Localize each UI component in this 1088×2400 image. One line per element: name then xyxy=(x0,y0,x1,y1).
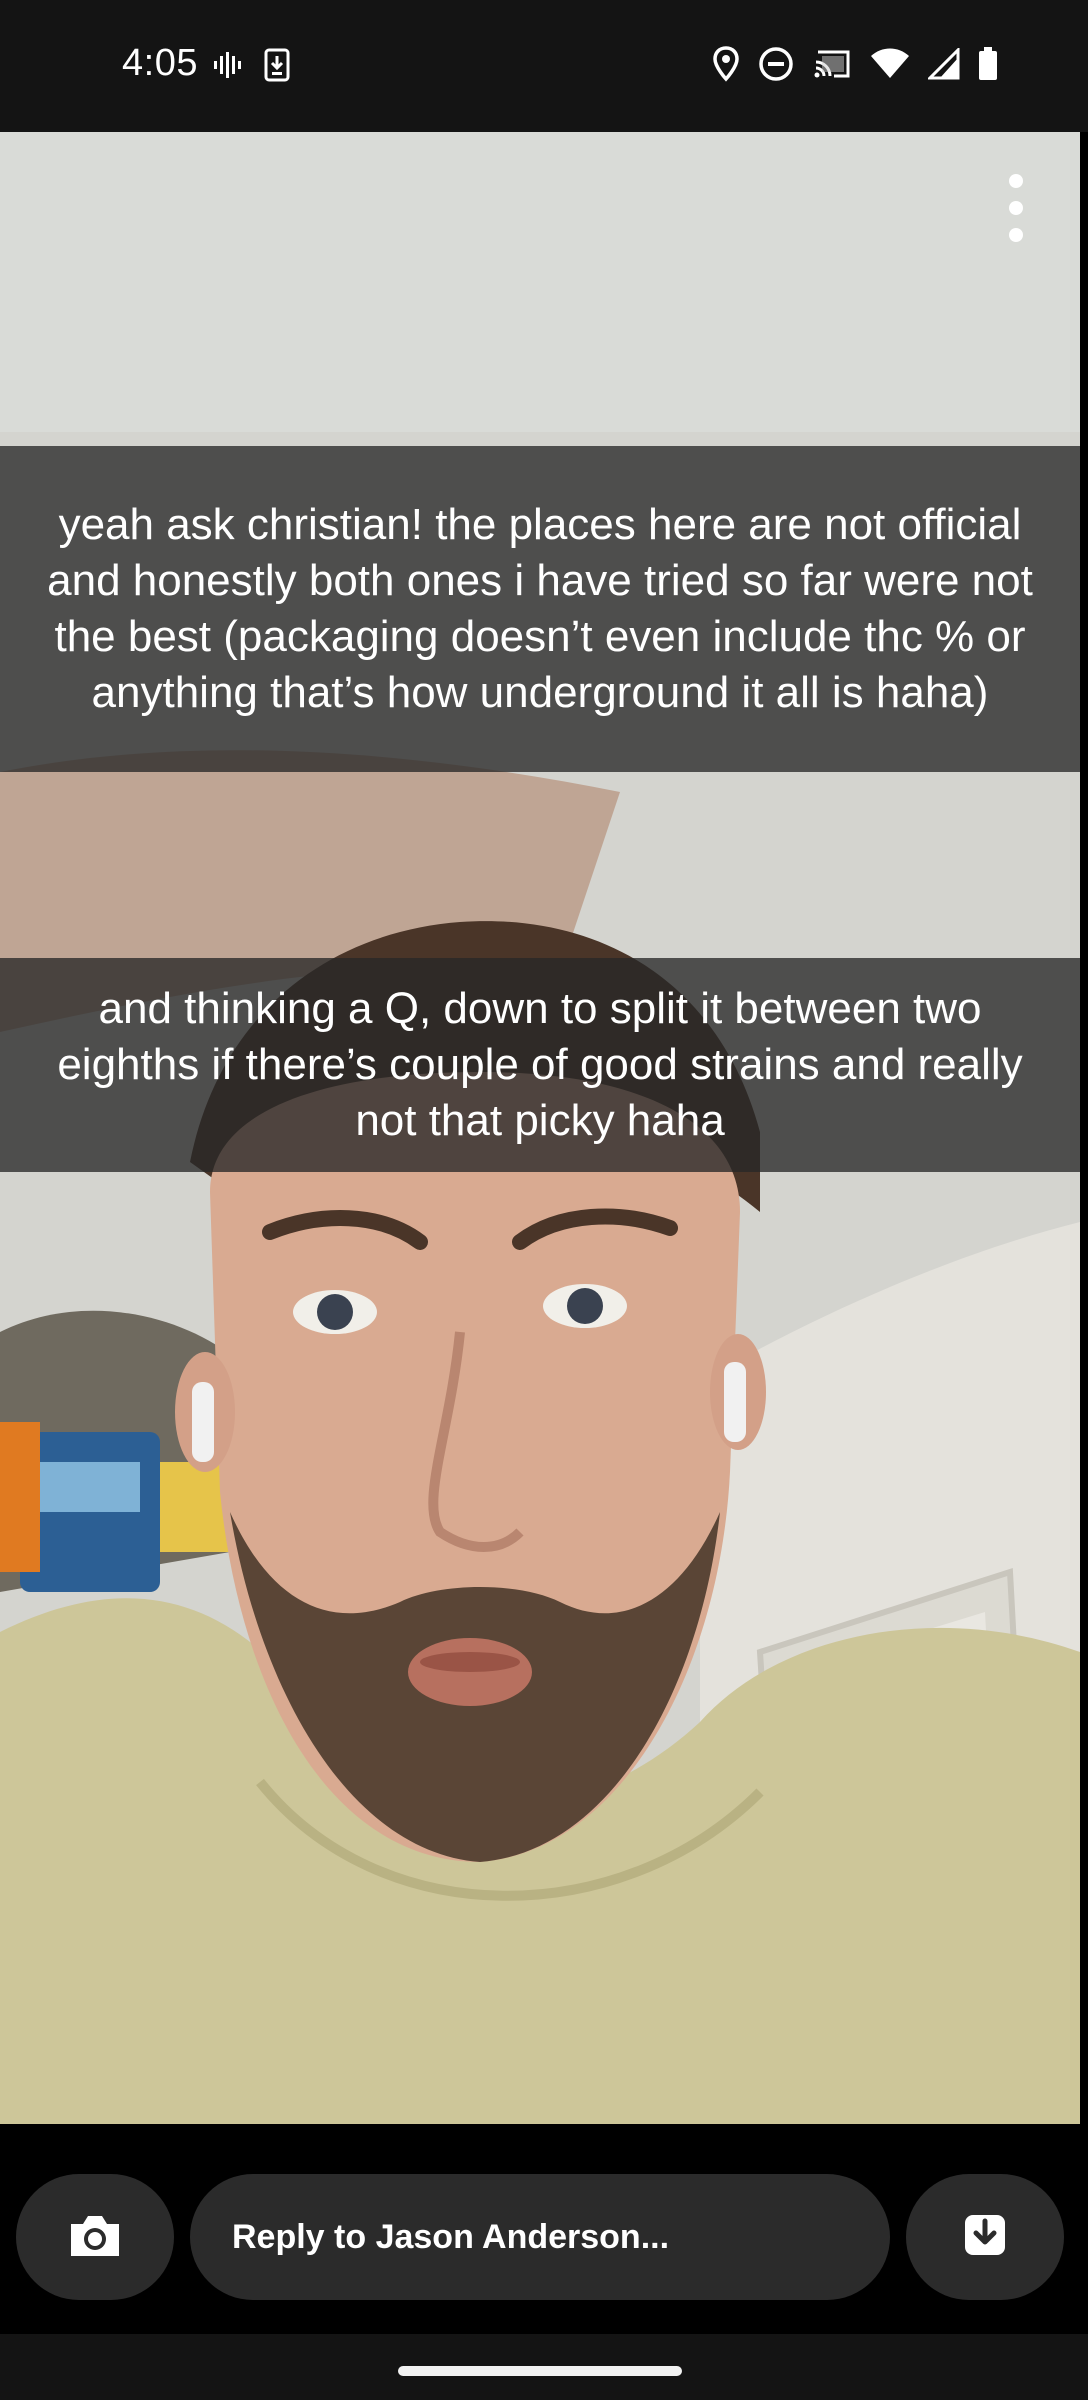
camera-icon xyxy=(67,2212,123,2263)
camera-button[interactable] xyxy=(16,2174,174,2300)
more-vertical-icon xyxy=(1009,174,1023,188)
snap-photo[interactable]: yeah ask christian! the places here are … xyxy=(0,132,1080,2124)
status-time: 4:05 xyxy=(122,42,198,84)
caption-text: and thinking a Q, down to split it betwe… xyxy=(57,984,1023,1145)
voicemail-icon xyxy=(212,50,242,80)
cell-signal-icon xyxy=(928,48,960,80)
reply-bar: Reply to Jason Anderson... xyxy=(0,2124,1088,2334)
location-icon xyxy=(712,46,740,82)
download-icon xyxy=(264,48,290,82)
reply-input[interactable]: Reply to Jason Anderson... xyxy=(190,2174,890,2300)
battery-icon xyxy=(978,47,998,81)
snap-viewer-screen: 4:05 yeah ask christian! the places here… xyxy=(0,0,1088,2400)
navigation-bar xyxy=(0,2334,1088,2400)
reply-placeholder: Reply to Jason Anderson... xyxy=(232,2217,670,2256)
save-snap-button[interactable] xyxy=(906,2174,1064,2300)
wifi-icon xyxy=(870,48,910,80)
status-bar: 4:05 xyxy=(0,0,1088,132)
save-download-icon xyxy=(963,2213,1007,2262)
do-not-disturb-icon xyxy=(758,46,794,82)
snap-caption: yeah ask christian! the places here are … xyxy=(0,446,1080,772)
cast-icon xyxy=(812,48,852,80)
home-gesture-handle[interactable] xyxy=(398,2366,682,2376)
more-options-button[interactable] xyxy=(996,168,1036,248)
snap-caption: and thinking a Q, down to split it betwe… xyxy=(0,958,1080,1172)
caption-text: yeah ask christian! the places here are … xyxy=(47,500,1033,717)
